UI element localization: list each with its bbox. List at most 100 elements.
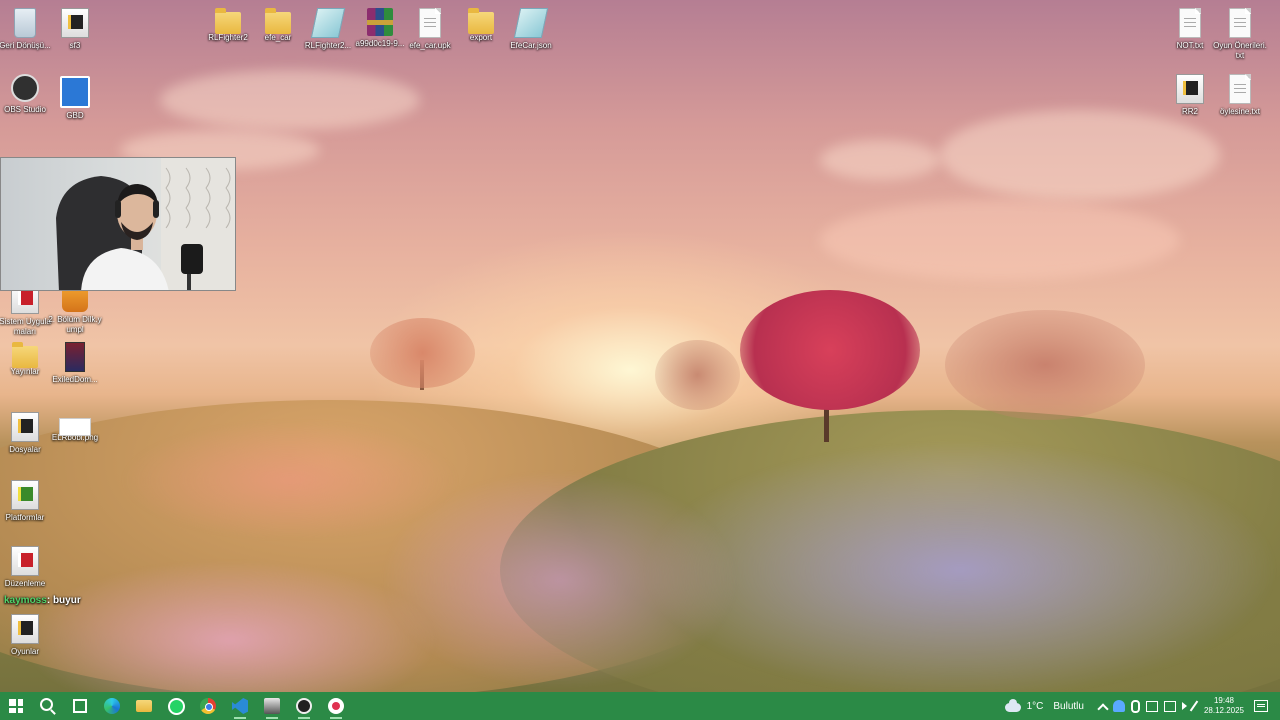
taskbar-vscode[interactable] — [224, 692, 256, 720]
pen-icon[interactable] — [1189, 700, 1199, 712]
clock-date: 28.12.2025 — [1203, 706, 1244, 715]
taskbar-file-explorer[interactable] — [128, 692, 160, 720]
webcam-overlay — [0, 157, 236, 291]
chat-text: buyur — [52, 595, 81, 606]
desktop-icon-exiled[interactable]: ExiledDom... — [48, 342, 102, 385]
winrar-archive-icon — [367, 8, 393, 36]
show-hidden-icons-chevron-icon[interactable] — [1097, 703, 1109, 715]
cloud-icon — [1004, 698, 1021, 712]
desktop-icon-gbd[interactable]: GBD — [48, 76, 102, 121]
desktop-icon-efe-car[interactable]: efe_car — [251, 8, 305, 43]
notification-center-icon[interactable] — [1254, 700, 1268, 712]
desktop-icon-obs-studio[interactable]: OBS Studio — [0, 74, 52, 115]
obs-icon — [11, 74, 39, 102]
weather-widget[interactable]: 1°C Bulutlu — [1004, 698, 1084, 712]
shortcut-icon — [11, 480, 39, 510]
desktop-icon-oylesine[interactable]: öylesine.txt — [1213, 74, 1267, 117]
desktop-icon-label: Geri Dönüşü... — [0, 41, 51, 50]
recycle-bin-icon — [14, 8, 36, 38]
network-icon[interactable] — [1163, 700, 1176, 712]
desktop-icon-label: öylesine.txt — [1219, 107, 1261, 116]
taskbar-recorder[interactable] — [320, 692, 352, 720]
taskbar-app-window[interactable] — [256, 692, 288, 720]
desktop-icon-label: efe_car — [264, 33, 292, 42]
chat-separator: : — [46, 595, 51, 606]
shortcut-icon — [11, 412, 39, 442]
text-file-icon — [1229, 74, 1251, 104]
desktop-icon-label: Sistem Uygulamaları — [0, 317, 51, 336]
desktop-icon-label: Oyunlar — [10, 647, 39, 656]
desktop-icon-label: EfeCar.json — [510, 41, 552, 50]
task-view-button[interactable] — [64, 692, 96, 720]
desktop-icon-label: efe_car.upk — [409, 41, 451, 50]
folder-icon — [215, 8, 241, 34]
edge-icon — [104, 698, 120, 714]
desktop-icon-label: export — [469, 33, 493, 42]
windows-icon — [9, 699, 23, 713]
desktop-icon-dosyalar[interactable]: Dosyalar — [0, 412, 52, 455]
desktop-icon-a99d[interactable]: a99d0c19-9... — [353, 8, 407, 49]
desktop-icon-label: a99d0c19-9... — [355, 39, 405, 48]
desktop-icon-label: OBS Studio — [4, 105, 46, 114]
desktop-icon-efe-car-upk[interactable]: efe_car.upk — [403, 8, 457, 51]
image-file-icon — [59, 418, 91, 436]
desktop-icon-label: Platformlar — [5, 513, 45, 522]
desktop-icon-not-txt[interactable]: NOT.txt — [1163, 8, 1217, 51]
desktop-icon-oyun-onerileri[interactable]: Oyun Önerileri.txt — [1213, 8, 1267, 61]
json-file-icon — [310, 8, 346, 38]
desktop-icon-label: RLFighter2... — [304, 41, 352, 50]
taskbar-edge[interactable] — [96, 692, 128, 720]
chat-username: kaymoss — [4, 595, 47, 606]
desktop-icon-yayinlar[interactable]: Yayınlar — [0, 342, 52, 377]
vscode-icon — [232, 698, 248, 714]
taskbar-whatsapp[interactable] — [160, 692, 192, 720]
desktop-icon-rlfighter2-json[interactable]: RLFighter2... — [301, 8, 355, 51]
folder-icon — [12, 342, 38, 368]
desktop-icon-platformlar[interactable]: Platformlar — [0, 480, 52, 523]
microphone-icon[interactable] — [1130, 699, 1140, 713]
webcam-person-illustration — [56, 158, 235, 290]
shortcut-icon — [11, 546, 39, 576]
desktop-wallpaper — [0, 0, 1280, 692]
desktop-icon-2-bolum[interactable]: 2. Bölüm Dilk.yumpl — [48, 284, 102, 335]
shortcut-icon — [11, 614, 39, 644]
speaker-icon[interactable] — [1181, 702, 1187, 710]
search-icon — [40, 698, 53, 711]
desktop-icon-label: Düzenleme — [4, 579, 46, 588]
taskbar-chrome[interactable] — [192, 692, 224, 720]
desktop-icon-rr2[interactable]: RR2 — [1163, 74, 1217, 117]
cloud-sync-icon[interactable] — [1112, 700, 1125, 712]
desktop-icon-efecar-json[interactable]: EfeCar.json — [504, 8, 558, 51]
desktop-icon-label: NOT.txt — [1176, 41, 1204, 50]
desktop-icon-label: 2. Bölüm Dilk.yumpl — [48, 315, 102, 334]
weather-temp: 1°C — [1026, 700, 1044, 712]
desktop-icon-label: GBD — [66, 111, 84, 120]
desktop-icon-label: Dosyalar — [9, 445, 41, 454]
desktop-icon-export[interactable]: export — [454, 8, 508, 43]
desktop-icon-oyunlar[interactable]: Oyunlar — [0, 614, 52, 657]
desktop-icon-label: RR2 — [1181, 107, 1198, 116]
desktop-icon-label: Oyun Önerileri.txt — [1213, 41, 1267, 60]
desktop-icon-rlfighter2[interactable]: RLFighter2 — [201, 8, 255, 43]
taskbar-obs[interactable] — [288, 692, 320, 720]
shortcut-icon — [61, 8, 89, 38]
desktop-icon-recycle-bin[interactable]: Geri Dönüşü... — [0, 8, 52, 51]
start-button[interactable] — [0, 692, 32, 720]
folder-icon — [265, 8, 291, 34]
desktop-icon-label: RLFighter2 — [208, 33, 248, 42]
taskbar-clock[interactable]: 19:48 28.12.2025 — [1204, 696, 1244, 716]
desktop-icon-elrbobi[interactable]: ELRbobi.png — [48, 412, 102, 443]
desktop-icon-sf3[interactable]: sf3 — [48, 8, 102, 51]
chrome-icon — [200, 698, 216, 714]
folder-icon — [468, 8, 494, 34]
display-icon[interactable] — [1145, 700, 1158, 712]
shortcut-icon — [1176, 74, 1204, 104]
app-window-icon — [60, 76, 90, 108]
task-view-icon — [73, 699, 87, 713]
search-button[interactable] — [32, 692, 64, 720]
app-icon — [264, 698, 280, 714]
desktop-icon-sistem-uygulamalari[interactable]: Sistem Uygulamaları — [0, 284, 52, 337]
desktop-icon-duzenleme[interactable]: Düzenleme — [0, 546, 52, 589]
obs-icon — [296, 698, 312, 714]
stream-chat-message: kaymoss: buyur — [4, 595, 81, 606]
